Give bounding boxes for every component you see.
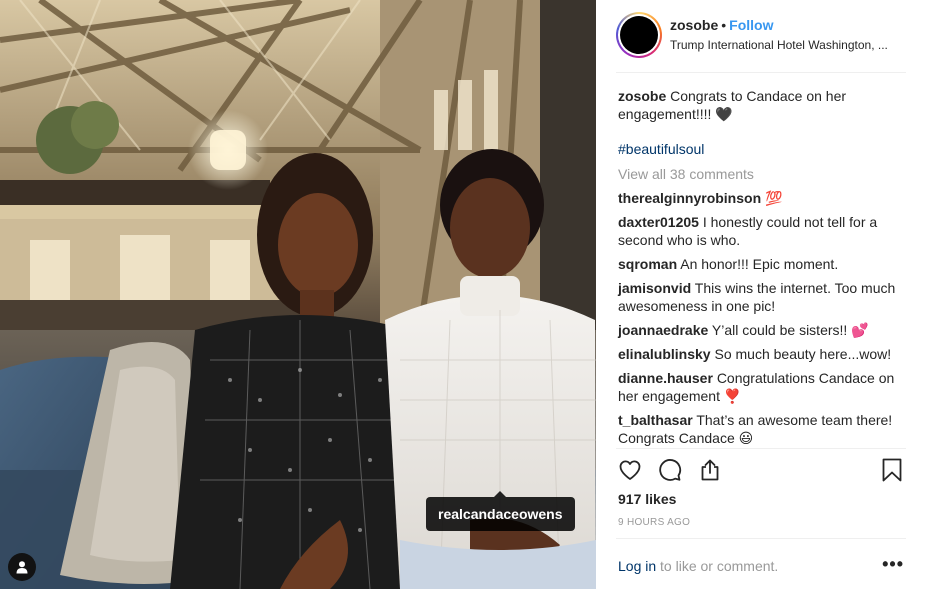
comments-list: zosobe Congrats to Candace on her engage… [618,87,910,453]
header-separator: • [721,17,727,33]
comment-item: elinalublinsky So much beauty here...wow… [618,345,910,363]
view-all-comments-link[interactable]: View all 38 comments [618,165,910,183]
comment-text: So much beauty here...wow! [714,346,892,362]
comment-username[interactable]: jamisonvid [618,280,691,296]
comment-item: sqroman An honor!!! Epic moment. [618,255,910,273]
heart-outline-icon[interactable] [616,456,644,484]
login-prompt: Log in to like or comment. [618,558,778,574]
comment-username[interactable]: daxter01205 [618,214,699,230]
comment-username[interactable]: joannaedrake [618,322,708,338]
comment-username[interactable]: sqroman [618,256,677,272]
post-timestamp: 9 HOURS AGO [618,517,691,528]
likes-count[interactable]: 917 likes [618,491,676,507]
comment-text: An honor!!! Epic moment. [680,256,839,272]
post-actions-bar [616,456,906,486]
share-upload-icon[interactable] [696,456,724,484]
login-suffix: to like or comment. [656,558,779,574]
header-line: zosobe • Follow [670,17,773,33]
comment-item: daxter01205 I honestly could not tell fo… [618,213,910,249]
comment-username[interactable]: t_balthasar [618,412,693,428]
comment-text: Y’all could be sisters!! 💕 [711,322,869,338]
bookmark-icon[interactable] [878,456,906,484]
post-side-panel: zosobe • Follow Trump International Hotel … [596,0,926,589]
hashtag-link[interactable]: #beautifulsoul [618,140,910,158]
avatar-image [620,16,658,54]
comment-item: therealginnyrobinson 💯 [618,189,910,207]
caption-username[interactable]: zosobe [618,88,666,104]
speech-bubble-icon[interactable] [656,456,684,484]
ellipsis-icon[interactable]: ••• [882,555,904,573]
user-tag-label[interactable]: realcandaceowens [426,491,575,531]
comment-username[interactable]: therealginnyrobinson [618,190,761,206]
post-photo[interactable]: realcandaceowens [0,0,596,589]
comment-item: joannaedrake Y’all could be sisters!! 💕 [618,321,910,339]
comment-username[interactable]: elinalublinsky [618,346,711,362]
user-silhouette-icon[interactable] [8,553,36,581]
comment-item: dianne.hauser Congratulations Candace on… [618,369,910,405]
header-username[interactable]: zosobe [670,17,718,33]
follow-button[interactable]: Follow [729,17,773,33]
avatar[interactable] [616,12,662,58]
login-link[interactable]: Log in [618,558,656,574]
actions-divider [616,448,906,449]
comment-item: jamisonvid This wins the internet. Too m… [618,279,910,315]
post-caption: zosobe Congrats to Candace on her engage… [618,87,910,123]
comment-username[interactable]: dianne.hauser [618,370,713,386]
footer-divider [616,538,906,539]
header-divider [616,72,906,73]
location-link[interactable]: Trump International Hotel Washington, ..… [670,38,910,52]
comment-text: 💯 [765,190,783,206]
post-header: zosobe • Follow Trump International Hotel … [596,0,926,72]
comment-item: t_balthasar That’s an awesome team there… [618,411,910,447]
